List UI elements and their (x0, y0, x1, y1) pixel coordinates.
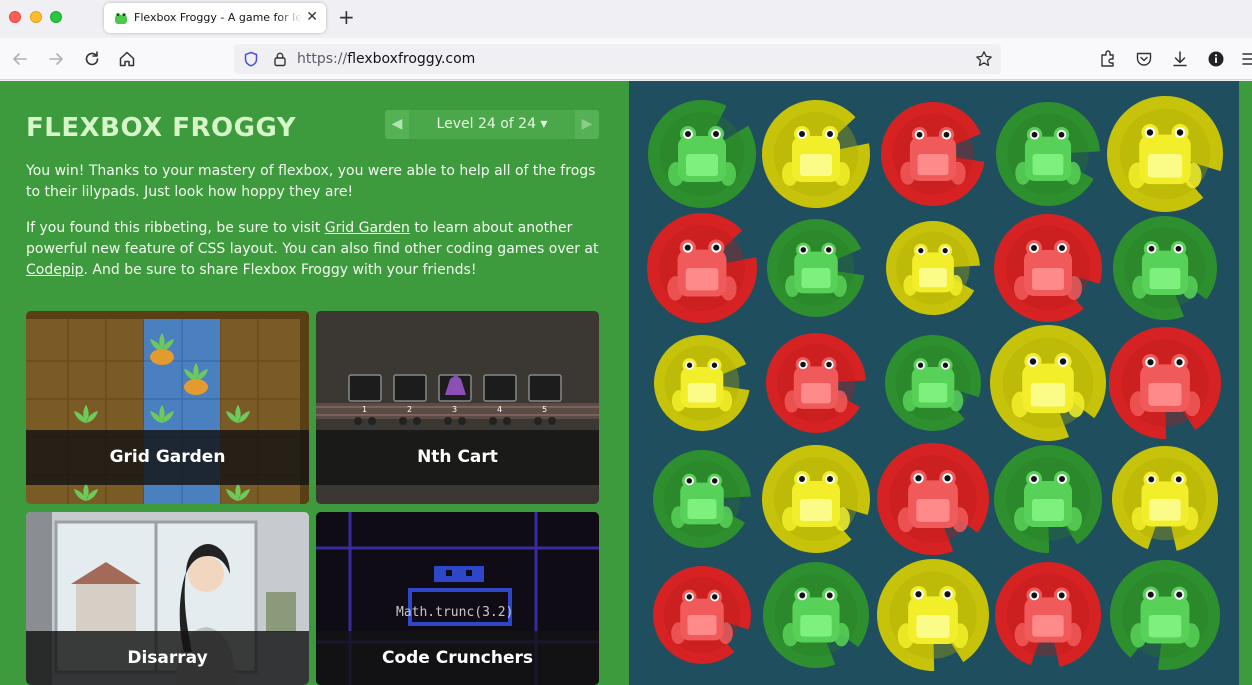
previous-level-arrow-icon[interactable]: ◀ (385, 110, 409, 139)
nth-cart-title: Nth Cart (316, 430, 599, 485)
promo-text: . And be sure to share Flexbox Froggy wi… (83, 262, 477, 278)
title-bar: Flexbox Froggy - A game for learning CSS… (0, 0, 1252, 38)
forward-arrow-icon[interactable] (46, 49, 66, 69)
navigation-bar: https://flexboxfroggy.com (0, 38, 1252, 80)
yellow-lilypad-frog-icon (877, 559, 989, 671)
grid-garden-link[interactable]: Grid Garden (325, 220, 410, 236)
address-bar[interactable]: https://flexboxfroggy.com (234, 44, 1001, 74)
url-text[interactable]: https://flexboxfroggy.com (297, 51, 475, 67)
url-scheme: https:// (297, 51, 348, 67)
green-lilypad-frog-icon (994, 445, 1102, 553)
red-lilypad-frog-icon (766, 333, 866, 433)
red-lilypad-frog-icon (877, 443, 989, 555)
win-message: You win! Thanks to your mastery of flexb… (26, 163, 596, 200)
new-tab-button[interactable]: + (338, 5, 355, 29)
green-lilypad-frog-icon (767, 219, 865, 317)
green-lilypad-frog-icon (885, 335, 981, 431)
code-snippet: Math.trunc(3.2) (396, 605, 514, 620)
green-lilypad-frog-icon (653, 450, 751, 548)
yellow-lilypad-frog-icon (990, 325, 1106, 441)
sidebar: FLEXBOX FROGGY ◀ Level 24 of 24 ▾ ▶ You … (0, 81, 628, 685)
url-host: flexboxfroggy.com (347, 51, 476, 67)
cart-number: 2 (407, 405, 413, 414)
pond-board (629, 81, 1239, 685)
green-lilypad-frog-icon (1113, 216, 1217, 320)
yellow-lilypad-frog-icon (1112, 446, 1218, 551)
pocket-icon[interactable] (1134, 49, 1154, 69)
right-edge (1239, 81, 1252, 685)
yellow-lilypad-frog-icon (886, 221, 980, 315)
extensions-icon[interactable] (1098, 49, 1118, 69)
grid-garden-card[interactable]: Grid Garden (26, 311, 309, 504)
tab-title: Flexbox Froggy - A game for learning CSS… (134, 11, 302, 24)
disarray-card[interactable]: Disarray (26, 512, 309, 685)
cart-number: 5 (542, 405, 548, 414)
page-content: FLEXBOX FROGGY ◀ Level 24 of 24 ▾ ▶ You … (0, 81, 1252, 685)
level-indicator[interactable]: Level 24 of 24 ▾ (409, 110, 575, 139)
yellow-lilypad-frog-icon (654, 335, 750, 431)
home-icon[interactable] (117, 49, 137, 69)
cart-number: 3 (452, 405, 458, 414)
red-lilypad-frog-icon (995, 562, 1101, 667)
grid-garden-title: Grid Garden (26, 430, 309, 485)
frog-favicon-icon (115, 12, 127, 24)
promo-message: If you found this ribbeting, be sure to … (26, 218, 606, 281)
red-lilypad-frog-icon (994, 214, 1102, 322)
lock-icon[interactable] (272, 51, 288, 67)
red-lilypad-frog-icon (881, 102, 985, 206)
next-level-arrow-icon[interactable]: ▶ (575, 110, 599, 139)
back-arrow-icon[interactable] (10, 49, 30, 69)
zoom-window-button[interactable] (50, 11, 62, 23)
promo-text: If you found this ribbeting, be sure to … (26, 220, 325, 236)
game-logo[interactable]: FLEXBOX FROGGY (26, 113, 296, 143)
level-selector: ◀ Level 24 of 24 ▾ ▶ (385, 110, 599, 139)
menu-icon[interactable] (1240, 49, 1252, 69)
yellow-lilypad-frog-icon (1107, 95, 1223, 212)
reload-icon[interactable] (82, 49, 102, 69)
close-window-button[interactable] (9, 11, 21, 23)
nth-cart-card[interactable]: 1 2 3 4 5 Nth Cart (316, 311, 599, 504)
green-lilypad-frog-icon (763, 562, 869, 668)
disarray-title: Disarray (26, 631, 309, 685)
red-lilypad-frog-icon (647, 213, 757, 323)
code-crunchers-title: Code Crunchers (316, 631, 599, 685)
info-icon[interactable] (1206, 49, 1226, 69)
tracking-shield-icon[interactable] (243, 51, 259, 67)
browser-tab[interactable]: Flexbox Froggy - A game for learning CSS… (104, 3, 326, 33)
tab-close-icon[interactable]: ✕ (306, 9, 318, 25)
green-lilypad-frog-icon (648, 99, 756, 208)
cart-number: 1 (362, 405, 368, 414)
yellow-lilypad-frog-icon (762, 99, 870, 208)
codepip-link[interactable]: Codepip (26, 262, 84, 278)
minimize-window-button[interactable] (30, 11, 42, 23)
code-crunchers-card[interactable]: Math.trunc(3.2) Code Crunchers (316, 512, 599, 685)
red-lilypad-frog-icon (653, 566, 751, 664)
yellow-lilypad-frog-icon (762, 445, 870, 553)
cart-number: 4 (497, 405, 503, 414)
green-lilypad-frog-icon (1110, 560, 1220, 670)
downloads-icon[interactable] (1170, 49, 1190, 69)
bookmark-star-icon[interactable] (975, 50, 993, 68)
green-lilypad-frog-icon (996, 101, 1100, 206)
red-lilypad-frog-icon (1109, 327, 1221, 439)
